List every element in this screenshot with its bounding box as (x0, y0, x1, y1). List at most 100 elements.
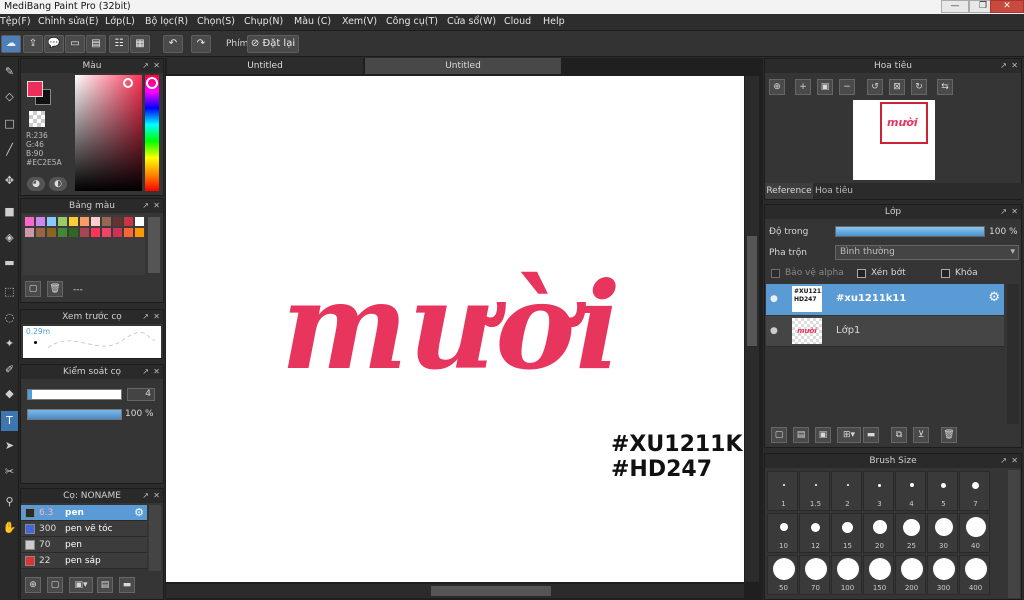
share-icon[interactable]: ⇪ (23, 35, 43, 53)
flip-icon[interactable]: ⇆ (937, 79, 953, 95)
palette-swatch[interactable] (113, 217, 122, 226)
palette-swatch[interactable] (25, 217, 34, 226)
brush-size-cell[interactable]: 50 (767, 555, 798, 595)
gradient-tool-icon[interactable]: ▬ (1, 253, 18, 273)
move-tool-icon[interactable]: ✥ (1, 171, 18, 191)
fill-rect-tool-icon[interactable]: ■ (1, 202, 18, 222)
new-brush-icon[interactable]: ▢ (47, 577, 63, 593)
reset-button[interactable]: ⊘ Đặt lại (247, 35, 299, 53)
gear-icon[interactable]: ⚙ (988, 290, 1000, 305)
divide-tool-icon[interactable]: ✂ (1, 462, 18, 482)
close-panel-icon[interactable]: ✕ (153, 199, 160, 213)
close-panel-icon[interactable]: ✕ (153, 59, 160, 73)
brush-list-item[interactable]: 70 pen (21, 537, 147, 553)
color-mode-icon[interactable]: ◐ (49, 177, 67, 191)
palette-swatch[interactable] (47, 228, 56, 237)
menu-capture[interactable]: Chụp(N) (244, 16, 283, 27)
lasso-tool-icon[interactable]: ◌ (1, 308, 18, 328)
menu-layer[interactable]: Lớp(L) (105, 16, 135, 27)
popout-icon[interactable]: ↗ (1000, 59, 1007, 73)
popout-icon[interactable]: ↗ (142, 365, 149, 379)
zoom-out-icon[interactable]: − (839, 79, 855, 95)
layer-name[interactable]: Lớp1 (836, 325, 860, 336)
palette-swatch[interactable] (58, 217, 67, 226)
brush-size-scrollbar[interactable] (1008, 470, 1020, 598)
page-list-icon[interactable]: ☷ (109, 35, 129, 53)
tab-untitled-1[interactable]: Untitled (167, 58, 363, 74)
popout-icon[interactable]: ↗ (142, 59, 149, 73)
add-layer-menu-icon[interactable]: ⊞▾ (837, 427, 861, 443)
palette-swatch[interactable] (47, 217, 56, 226)
tab-navigator[interactable]: Hoa tiêu (813, 183, 855, 199)
palette-swatch[interactable] (102, 217, 111, 226)
layer-row-selected[interactable]: ● #XU1211 HD247 #xu1211k11 ⚙ (766, 284, 1004, 315)
palette-swatch[interactable] (80, 228, 89, 237)
magic-wand-icon[interactable]: ✦ (1, 334, 18, 354)
brush-size-cell[interactable]: 1 (767, 471, 798, 511)
brush-folder-icon[interactable]: ▬ (119, 577, 135, 593)
brush-size-cell[interactable]: 4 (895, 471, 926, 511)
menu-edit[interactable]: Chỉnh sửa(E) (38, 16, 99, 27)
hand-tool-icon[interactable]: ✋ (1, 518, 18, 538)
popout-icon[interactable]: ↗ (142, 489, 149, 503)
color-picker-handle[interactable] (123, 78, 133, 88)
minimize-button[interactable]: — (941, 0, 969, 13)
brush-list-item[interactable]: 22 pen sáp (21, 553, 147, 569)
popout-icon[interactable]: ↗ (142, 310, 149, 324)
drawing-canvas[interactable]: mười #XU1211K11 #HD247 (166, 76, 773, 582)
palette-swatch[interactable] (124, 217, 133, 226)
brush-size-cell[interactable]: 40 (959, 513, 990, 553)
vertical-scroll-thumb[interactable] (747, 236, 757, 346)
palette-swatch[interactable] (91, 228, 100, 237)
brush-list-item[interactable]: 300 pen vẽ tóc (21, 521, 147, 537)
brush-size-cell[interactable]: 150 (863, 555, 894, 595)
new-palette-icon[interactable]: ▢ (25, 281, 41, 297)
brush-size-cell[interactable]: 1.5 (799, 471, 830, 511)
delete-layer-icon[interactable]: 🗑 (941, 427, 957, 443)
zoom-in-icon[interactable]: + (795, 79, 811, 95)
rectangle-tool-icon[interactable]: □ (1, 114, 18, 134)
popout-icon[interactable]: ↗ (1000, 205, 1007, 219)
palette-swatch[interactable] (80, 217, 89, 226)
menu-filter[interactable]: Bộ lọc(R) (145, 16, 188, 27)
brush-options-icon[interactable]: ▣▾ (69, 577, 93, 593)
palette-swatch[interactable] (135, 228, 144, 237)
canvas-horizontal-scrollbar[interactable] (166, 584, 744, 598)
gear-icon[interactable]: ⚙ (134, 506, 144, 519)
brush-size-cell[interactable]: 15 (831, 513, 862, 553)
brush-size-cell[interactable]: 7 (959, 471, 990, 511)
brush-size-cell[interactable]: 100 (831, 555, 862, 595)
new-layer-icon[interactable]: ▢ (771, 427, 787, 443)
hue-handle[interactable] (146, 77, 158, 89)
palette-swatch[interactable] (69, 217, 78, 226)
delete-palette-icon[interactable]: 🗑 (47, 281, 63, 297)
comment-icon[interactable]: 💬 (44, 35, 64, 53)
palette-swatch[interactable] (113, 228, 122, 237)
brush-size-input[interactable]: 4 (127, 388, 155, 401)
popout-icon[interactable]: ↗ (1000, 454, 1007, 468)
palette-swatch[interactable] (58, 228, 67, 237)
brush-size-cell[interactable]: 2 (831, 471, 862, 511)
menu-help[interactable]: Help (543, 16, 565, 27)
brush-tool-icon[interactable]: ✎ (1, 62, 18, 82)
palette-swatch[interactable] (25, 228, 34, 237)
close-panel-icon[interactable]: ✕ (153, 310, 160, 324)
close-panel-icon[interactable]: ✕ (153, 489, 160, 503)
menu-tools[interactable]: Công cụ(T) (386, 16, 438, 27)
navigator-thumbnail[interactable]: mười (853, 100, 935, 180)
brush-size-cell[interactable]: 70 (799, 555, 830, 595)
close-panel-icon[interactable]: ✕ (153, 365, 160, 379)
palette-scrollbar[interactable] (148, 217, 160, 273)
rotate-right-icon[interactable]: ↻ (911, 79, 927, 95)
brush-size-cell[interactable]: 400 (959, 555, 990, 595)
canvas-vertical-scrollbar[interactable] (745, 76, 759, 582)
brush-list-scrollbar[interactable] (149, 505, 161, 571)
menu-file[interactable]: Tệp(F) (0, 16, 31, 27)
brush-size-cell[interactable]: 20 (863, 513, 894, 553)
eraser-tool-icon[interactable]: ◇ (1, 87, 18, 107)
palette-swatch[interactable] (36, 228, 45, 237)
palette-swatch[interactable] (135, 217, 144, 226)
merge-layer-icon[interactable]: ⊻ (913, 427, 929, 443)
tab-untitled-2[interactable]: Untitled (365, 58, 561, 74)
palette-swatch[interactable] (124, 228, 133, 237)
